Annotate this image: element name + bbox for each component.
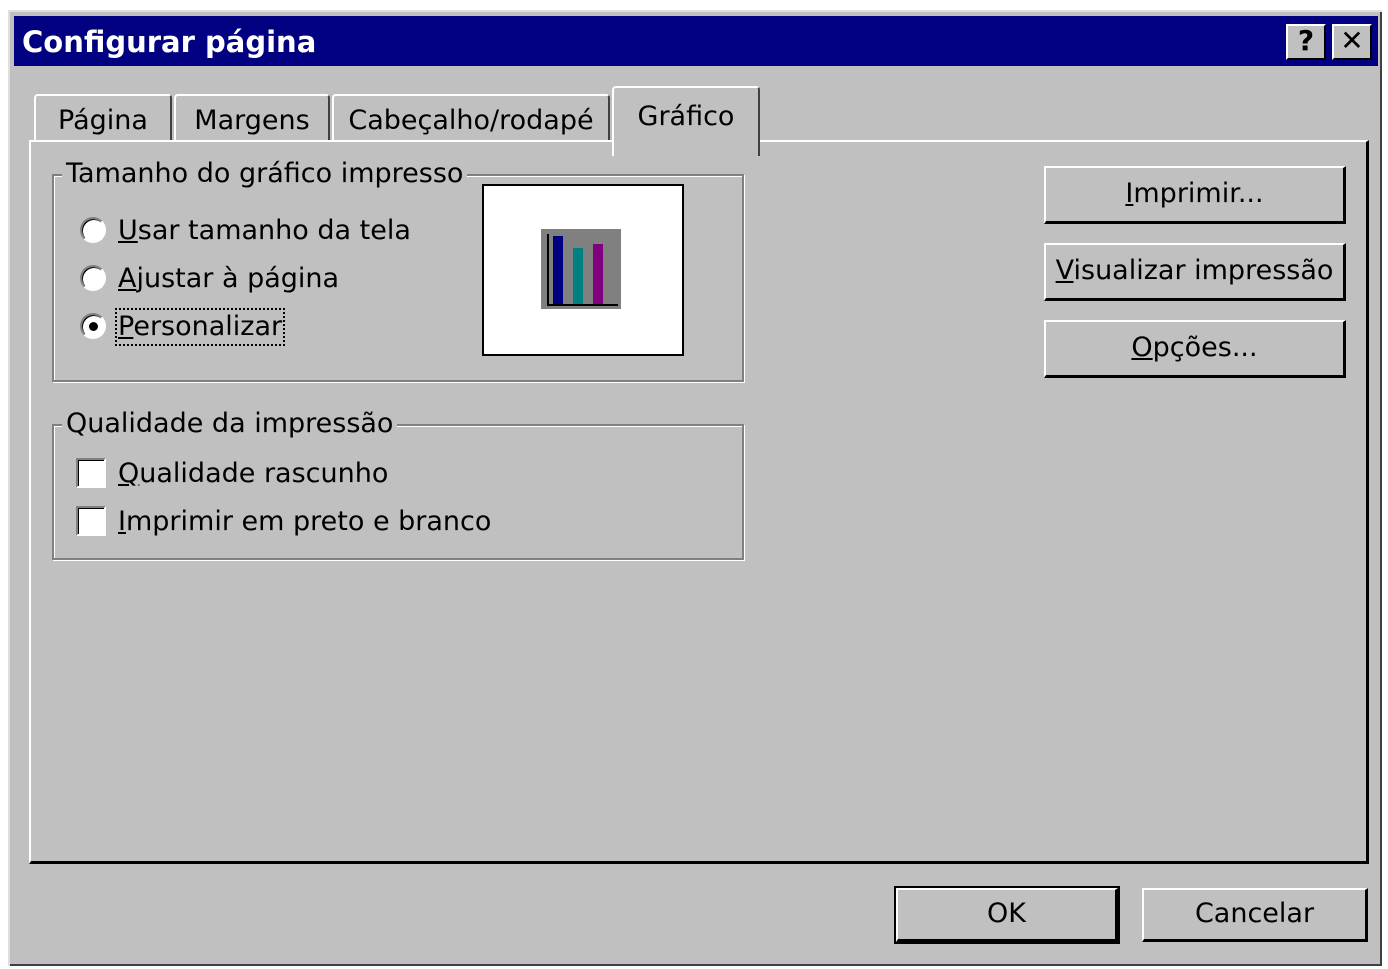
window-title: Configurar página <box>22 25 317 59</box>
mnemonic-u: U <box>118 215 138 246</box>
radio-custom-label[interactable]: Personalizar <box>114 308 286 346</box>
draft-quality-label[interactable]: Qualidade rascunho <box>118 458 388 490</box>
cancel-button[interactable]: Cancelar <box>1142 888 1368 942</box>
print-button[interactable]: Imprimir... <box>1044 166 1346 224</box>
label-text: ualidade rascunho <box>139 458 389 489</box>
black-white-checkbox[interactable] <box>76 506 106 536</box>
print-preview-button[interactable]: Visualizar impressão <box>1044 243 1346 301</box>
label-text-mid: mp <box>125 506 170 537</box>
ok-button[interactable]: OK <box>894 886 1120 944</box>
mnemonic-p: P <box>118 311 134 342</box>
radio-selected-dot <box>89 322 98 331</box>
mnemonic-i: I <box>118 506 126 537</box>
button-text: mprimir... <box>1133 178 1264 209</box>
help-button[interactable]: ? <box>1286 24 1326 60</box>
radio-screen-size[interactable] <box>80 217 106 243</box>
mnemonic-v: V <box>1055 255 1074 286</box>
page-setup-dialog: Configurar página ? ✕ Página Margens Cab… <box>8 10 1382 966</box>
button-text: pções... <box>1152 332 1258 363</box>
label-text: ersonalizar <box>133 311 283 342</box>
options-button[interactable]: Opções... <box>1044 320 1346 378</box>
close-button[interactable]: ✕ <box>1332 24 1372 60</box>
title-bar[interactable]: Configurar página ? ✕ <box>14 16 1378 66</box>
radio-screen-size-label[interactable]: Usar tamanho da tela <box>118 215 411 247</box>
tab-grafico[interactable]: Gráfico <box>612 86 760 156</box>
print-quality-legend: Qualidade da impressão <box>62 408 398 440</box>
label-text: rimir em preto e branco <box>169 506 492 537</box>
mnemonic-o: O <box>1131 332 1153 363</box>
print-size-preview <box>482 184 684 356</box>
label-text: sar tamanho da tela <box>137 215 411 246</box>
mnemonic-q: Q <box>118 458 140 489</box>
button-text: isualizar impressão <box>1073 255 1334 286</box>
radio-custom[interactable] <box>80 313 106 339</box>
draft-quality-checkbox[interactable] <box>76 458 106 488</box>
mnemonic-a: A <box>118 263 137 294</box>
print-quality-group <box>52 424 744 560</box>
black-white-label[interactable]: Imprimir em preto e branco <box>118 506 491 538</box>
chart-preview-icon <box>541 229 621 309</box>
radio-fit-page-label[interactable]: Ajustar à página <box>118 263 339 295</box>
print-size-legend: Tamanho do gráfico impresso <box>62 158 468 190</box>
label-text: justar à página <box>136 263 340 294</box>
radio-fit-page[interactable] <box>80 265 106 291</box>
